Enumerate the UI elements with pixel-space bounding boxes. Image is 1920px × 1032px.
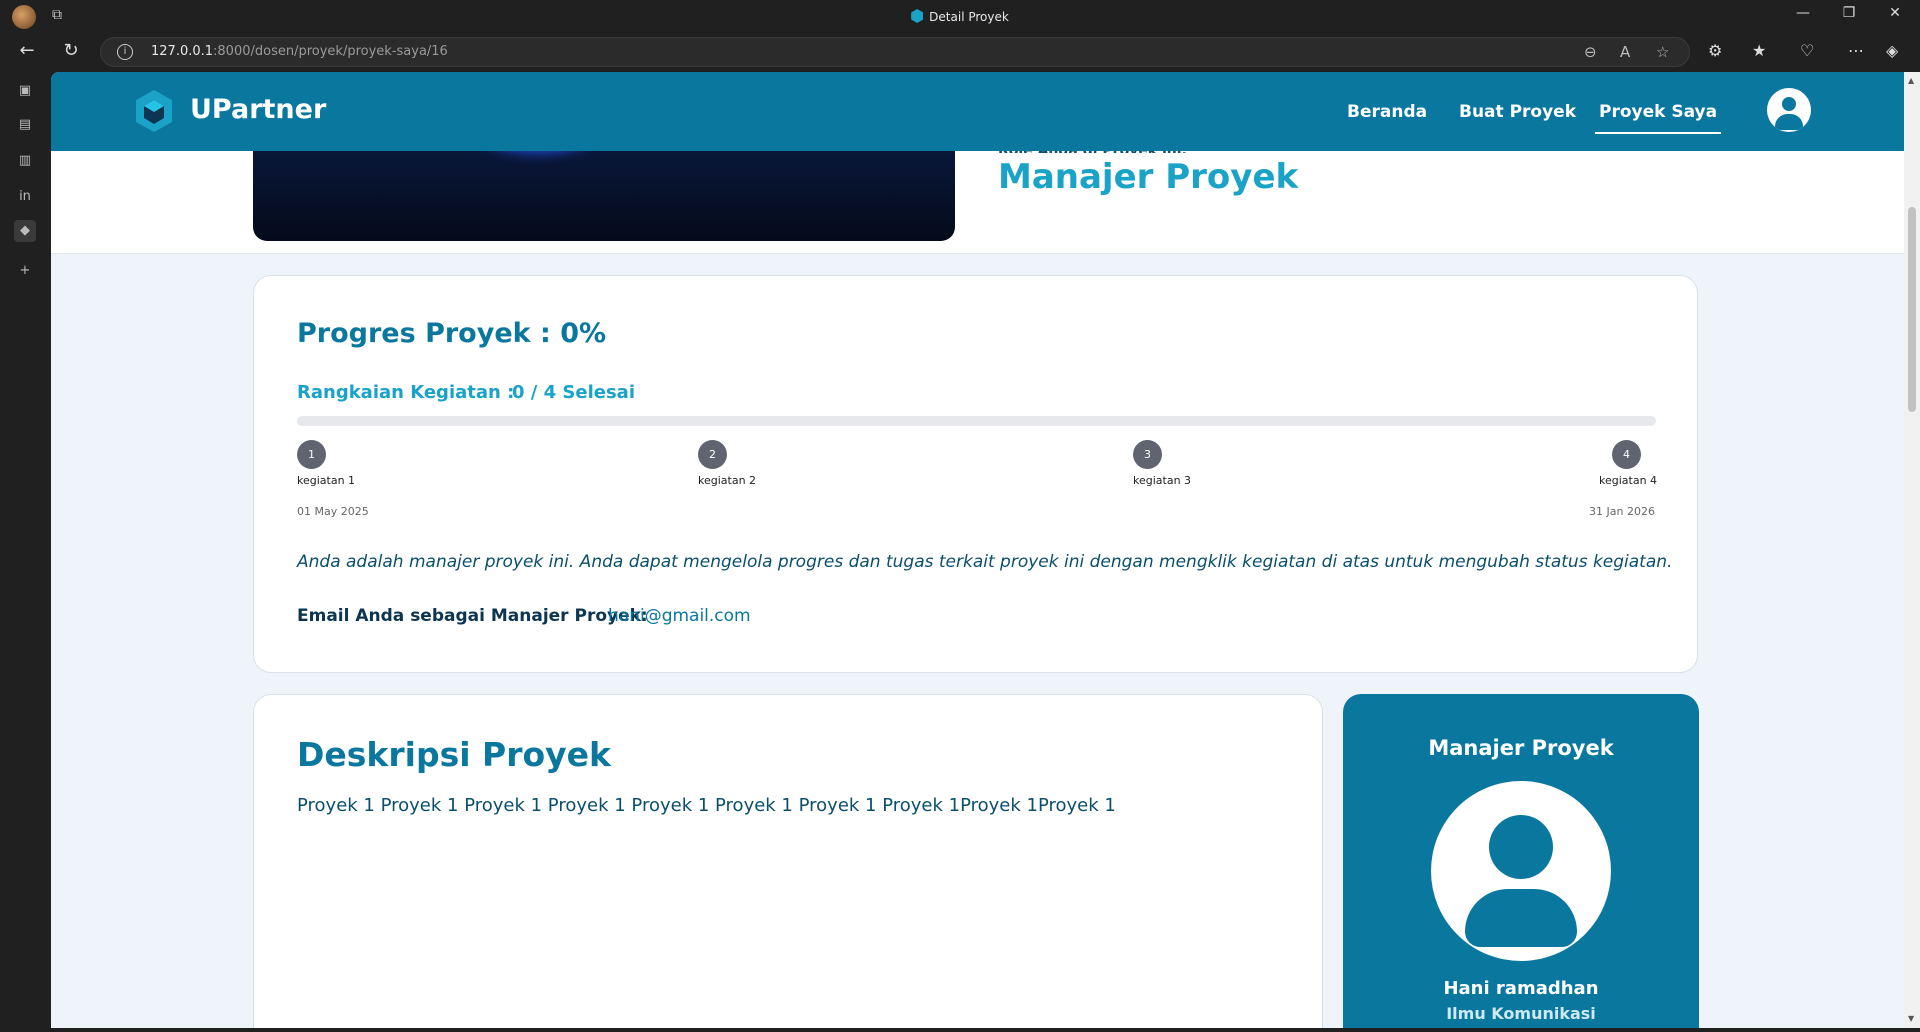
step-number[interactable]: 2 [698, 440, 727, 469]
avatar-head [1489, 815, 1553, 879]
scroll-down-arrow-icon[interactable]: ▼ [1908, 1014, 1914, 1023]
browser-sidebar: ▣ ▤ ▥ in ◆ + [0, 70, 51, 1032]
refresh-icon[interactable]: ↻ [58, 40, 84, 61]
site-navbar: UPartner Beranda Buat Proyek Proyek Saya [51, 72, 1904, 151]
user-account-icon[interactable] [1767, 88, 1811, 132]
start-date: 01 May 2025 [297, 505, 369, 518]
extensions-icon[interactable]: ⚙ [1708, 41, 1722, 60]
email-label: Email Anda sebagai Manajer Proyek: [297, 606, 648, 626]
activity-step[interactable]: 2 kegiatan 2 [698, 440, 756, 487]
series-label: Rangkaian Kegiatan : [297, 382, 515, 403]
sidebar-app-icon[interactable]: ▥ [14, 150, 36, 172]
activity-step[interactable]: 3 kegiatan 3 [1133, 440, 1191, 487]
browser-toolbar: ← ↻ i 127.0.0.1:8000/dosen/proyek/proyek… [0, 34, 1920, 70]
step-number[interactable]: 1 [297, 440, 326, 469]
add-sidebar-icon[interactable]: + [14, 260, 36, 282]
favorite-star-icon[interactable]: ☆ [1656, 43, 1669, 61]
site-info-icon[interactable]: i [117, 44, 133, 60]
description-card: Deskripsi Proyek Proyek 1 Proyek 1 Proye… [253, 694, 1323, 1028]
user-icon-head [1782, 97, 1796, 111]
close-window-button[interactable]: ✕ [1872, 5, 1918, 21]
nav-buat-proyek[interactable]: Buat Proyek [1459, 102, 1576, 122]
copilot-icon[interactable]: ◈ [1886, 41, 1898, 60]
brand-name[interactable]: UPartner [190, 94, 326, 125]
description-text: Proyek 1 Proyek 1 Proyek 1 Proyek 1 Proy… [297, 795, 1116, 816]
back-arrow-icon[interactable]: ← [14, 40, 40, 61]
browser-tab[interactable]: Detail Proyek [0, 9, 1920, 24]
activity-step[interactable]: 1 kegiatan 1 [297, 440, 355, 487]
url-path: :8000/dosen/proyek/proyek-saya/16 [213, 44, 448, 59]
sidebar-upartner-icon[interactable]: ◆ [14, 220, 36, 242]
nav-proyek-saya[interactable]: Proyek Saya [1594, 102, 1722, 134]
description-title: Deskripsi Proyek [297, 735, 611, 774]
manager-note: Anda adalah manajer proyek ini. Anda dap… [297, 552, 1673, 572]
step-name: kegiatan 4 [1599, 474, 1658, 487]
user-icon-body [1775, 114, 1803, 130]
step-name: kegiatan 3 [1133, 474, 1192, 487]
restore-button[interactable]: ❐ [1826, 5, 1872, 21]
page-scrollbar[interactable]: ▲ ▼ [1904, 72, 1920, 1028]
progress-title: Progres Proyek : 0% [297, 318, 607, 349]
progress-card: Progres Proyek : 0% Rangkaian Kegiatan :… [253, 275, 1698, 673]
url-host: 127.0.0.1 [151, 44, 214, 59]
browser-titlebar: ⧉ Detail Proyek — ❐ ✕ [0, 0, 1920, 34]
page-viewport: UPartner Beranda Buat Proyek Proyek Saya… [51, 72, 1904, 1028]
activity-step[interactable]: 4 kegiatan 4 [1599, 440, 1657, 487]
more-options-icon[interactable]: ⋯ [1848, 41, 1864, 60]
upartner-logo-icon [136, 90, 172, 132]
manager-name: Hani ramadhan [1443, 978, 1599, 999]
project-hero: Role Anda di Proyek ini: Manajer Proyek [51, 131, 1904, 254]
browser-essentials-icon[interactable]: ♡ [1800, 41, 1814, 60]
favorites-icon[interactable]: ★ [1752, 41, 1766, 60]
linkedin-icon[interactable]: in [14, 186, 36, 208]
site-favicon-icon [911, 9, 924, 23]
minimize-button[interactable]: — [1780, 5, 1826, 21]
step-name: kegiatan 2 [698, 474, 757, 487]
role-title: Manajer Proyek [998, 157, 1299, 197]
manager-avatar [1431, 781, 1611, 961]
manager-email[interactable]: hani@gmail.com [608, 606, 751, 626]
sidebar-app-icon[interactable]: ▤ [14, 114, 36, 136]
zoom-out-icon[interactable]: ⊖ [1584, 43, 1597, 61]
nav-beranda[interactable]: Beranda [1347, 102, 1427, 122]
scrollbar-thumb[interactable] [1908, 207, 1916, 412]
read-aloud-icon[interactable]: A [1620, 43, 1630, 61]
avatar-body [1465, 889, 1577, 947]
step-name: kegiatan 1 [297, 474, 356, 487]
tab-title: Detail Proyek [929, 10, 1009, 24]
manager-card: Manajer Proyek Hani ramadhan Ilmu Komuni… [1343, 694, 1699, 1028]
step-number[interactable]: 4 [1612, 440, 1641, 469]
manager-card-title: Manajer Proyek [1428, 736, 1614, 760]
vertical-tabs-icon[interactable]: ▣ [14, 80, 36, 102]
progress-track [297, 416, 1656, 426]
scroll-up-arrow-icon[interactable]: ▲ [1908, 76, 1914, 85]
end-date: 31 Jan 2026 [1589, 505, 1655, 518]
url-text: 127.0.0.1:8000/dosen/proyek/proyek-saya/… [151, 44, 448, 59]
step-number[interactable]: 3 [1133, 440, 1162, 469]
address-bar[interactable]: i 127.0.0.1:8000/dosen/proyek/proyek-say… [100, 37, 1690, 67]
series-count: 0 / 4 Selesai [512, 382, 636, 403]
manager-department: Ilmu Komunikasi [1446, 1004, 1596, 1023]
